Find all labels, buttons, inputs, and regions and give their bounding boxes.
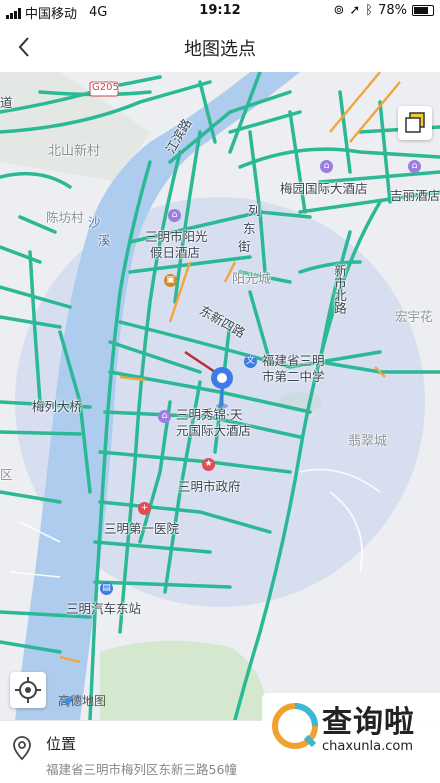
site-watermark: 查询啦 chaxunla.com bbox=[262, 693, 440, 763]
layers-icon bbox=[405, 112, 425, 133]
poi-label: 三明第一医院 bbox=[104, 521, 180, 536]
area-label: 阳光城 bbox=[232, 272, 272, 287]
hotel-icon: ⌂ bbox=[158, 410, 171, 423]
amap-logo-icon bbox=[60, 694, 74, 708]
bluetooth-icon: ᛒ bbox=[365, 3, 374, 18]
location-marker-icon bbox=[13, 736, 31, 761]
location-pin-icon bbox=[211, 367, 233, 409]
page-title: 地图选点 bbox=[184, 39, 256, 60]
location-arrow-icon: ➚ bbox=[349, 3, 361, 18]
area-label: 北山新村 bbox=[48, 144, 101, 159]
hotel-icon: ⌂ bbox=[320, 160, 333, 173]
poi-label: 三明汽车东站 bbox=[66, 601, 142, 616]
area-label: 陈坊村 bbox=[46, 210, 84, 225]
map-provider-logo: 高德地图 bbox=[58, 694, 107, 708]
layers-button[interactable] bbox=[398, 106, 432, 140]
location-title: 位置 bbox=[46, 735, 77, 753]
area-label: 区 bbox=[0, 467, 13, 482]
poi-label: 假日酒店 bbox=[150, 245, 201, 260]
road-label: 东 bbox=[243, 221, 256, 236]
watermark-title: 查询啦 bbox=[322, 705, 415, 740]
road-label: 新市北路 bbox=[332, 264, 347, 314]
map-view[interactable]: 道 G205 北山新村 江滨路 沙 溪 陈坊村 ⌂ 三明市阳光 假日酒店 ⌂ 梅… bbox=[0, 72, 440, 720]
nav-bar: 地图选点 bbox=[0, 22, 440, 72]
school-icon: 文 bbox=[244, 355, 257, 368]
watermark-url: chaxunla.com bbox=[322, 739, 413, 754]
lock-rotation-icon: ⊚ bbox=[333, 3, 345, 18]
poi-label: 元国际大酒店 bbox=[176, 423, 252, 438]
battery-percent: 78% bbox=[378, 3, 407, 18]
shop-icon: ▣ bbox=[164, 274, 177, 287]
hotel-icon: ⌂ bbox=[408, 160, 421, 173]
area-label: 宏宇花 bbox=[395, 309, 433, 324]
hotel-icon: ⌂ bbox=[168, 209, 181, 222]
hospital-icon: + bbox=[138, 502, 151, 515]
poi-label: 市第二中学 bbox=[262, 369, 325, 384]
government-icon: ★ bbox=[202, 458, 215, 471]
bus-station-icon: ▤ bbox=[100, 582, 113, 595]
location-address: 福建省三明市梅列区东新三路56幢 bbox=[46, 762, 237, 777]
locate-me-button[interactable] bbox=[10, 672, 46, 708]
road-label: 列 bbox=[248, 203, 261, 218]
river-label: 溪 bbox=[98, 233, 111, 248]
road-label: 道 bbox=[0, 95, 13, 110]
road-label: 街 bbox=[238, 239, 251, 254]
poi-label: 三明市政府 bbox=[178, 479, 241, 494]
poi-label: 吉丽酒店 bbox=[390, 188, 440, 203]
area-label: 翡翠城 bbox=[348, 434, 388, 449]
road-label: 梅列大桥 bbox=[32, 399, 83, 414]
watermark-logo-icon bbox=[272, 703, 318, 749]
status-bar: 中国移动 4G 19:12 ⊚ ➚ ᛒ 78% bbox=[0, 0, 440, 22]
river-label: 沙 bbox=[88, 215, 101, 230]
highway-shield: G205 bbox=[92, 82, 119, 93]
poi-label: 梅园国际大酒店 bbox=[280, 181, 368, 196]
battery-icon bbox=[412, 5, 434, 16]
crosshair-icon bbox=[15, 677, 41, 703]
status-right: ⊚ ➚ ᛒ 78% bbox=[333, 3, 434, 18]
